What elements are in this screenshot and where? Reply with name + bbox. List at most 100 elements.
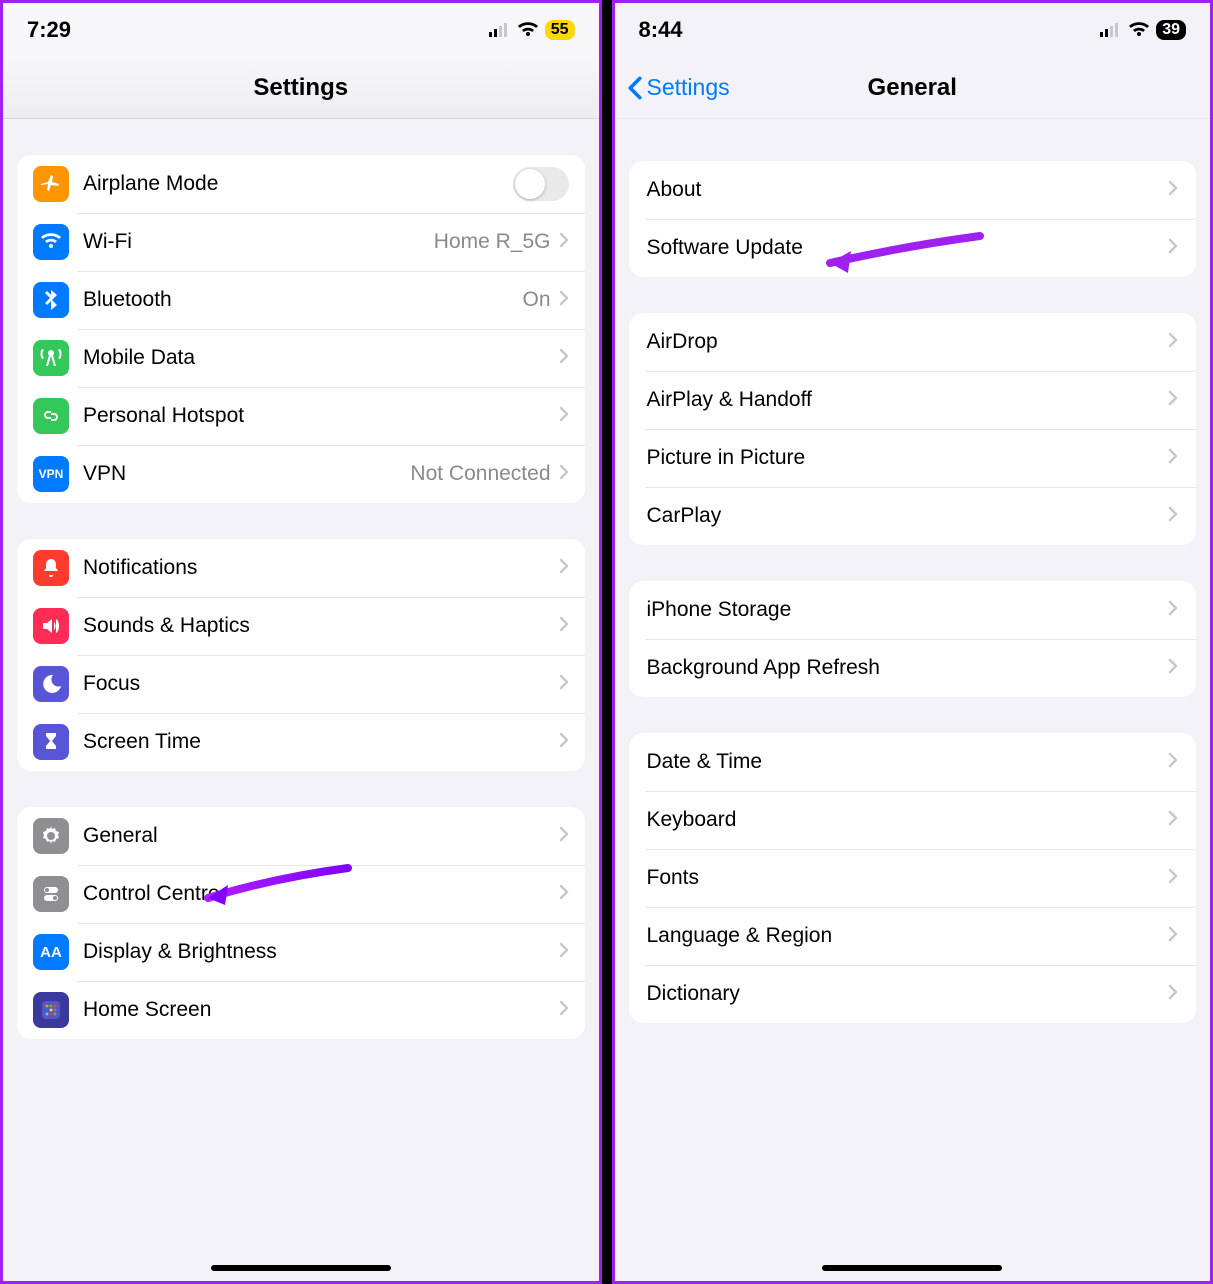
row-control[interactable]: Control Centre xyxy=(17,865,585,923)
row-focus[interactable]: Focus xyxy=(17,655,585,713)
page-title: Settings xyxy=(3,74,599,102)
row-display[interactable]: AADisplay & Brightness xyxy=(17,923,585,981)
row-airdrop[interactable]: AirDrop xyxy=(629,313,1197,371)
row-pip[interactable]: Picture in Picture xyxy=(629,429,1197,487)
wifi-status-icon xyxy=(1128,22,1150,38)
vpn-icon: VPN xyxy=(33,456,69,492)
row-wifi[interactable]: Wi-FiHome R_5G xyxy=(17,213,585,271)
gear-icon xyxy=(33,818,69,854)
chevron-right-icon xyxy=(1168,810,1178,831)
wifi-status-icon xyxy=(517,22,539,38)
row-software-update[interactable]: Software Update xyxy=(629,219,1197,277)
row-airplane[interactable]: Airplane Mode xyxy=(17,155,585,213)
chevron-right-icon xyxy=(559,348,569,369)
row-language[interactable]: Language & Region xyxy=(629,907,1197,965)
chevron-right-icon xyxy=(1168,752,1178,773)
airplane-icon xyxy=(33,166,69,202)
row-label: Wi-Fi xyxy=(83,230,434,254)
row-label: Mobile Data xyxy=(83,346,559,370)
grid-icon xyxy=(33,992,69,1028)
row-label: Screen Time xyxy=(83,730,559,754)
row-date[interactable]: Date & Time xyxy=(629,733,1197,791)
row-label: AirDrop xyxy=(647,330,1169,354)
row-label: Personal Hotspot xyxy=(83,404,559,428)
row-dictionary[interactable]: Dictionary xyxy=(629,965,1197,1023)
row-sounds[interactable]: Sounds & Haptics xyxy=(17,597,585,655)
row-label: Airplane Mode xyxy=(83,172,513,196)
row-label: iPhone Storage xyxy=(647,598,1169,622)
row-value: Not Connected xyxy=(410,462,550,486)
cellular-icon xyxy=(489,23,511,37)
home-indicator[interactable] xyxy=(822,1265,1002,1271)
bluetooth-icon xyxy=(33,282,69,318)
row-airplay[interactable]: AirPlay & Handoff xyxy=(629,371,1197,429)
settings-group: Notifications Sounds & Haptics Focus Screen… xyxy=(17,539,585,771)
row-label: About xyxy=(647,178,1169,202)
moon-icon xyxy=(33,666,69,702)
row-value: On xyxy=(522,288,550,312)
row-about[interactable]: About xyxy=(629,161,1197,219)
wifi-icon xyxy=(33,224,69,260)
general-group: Date & Time Keyboard FontsLanguage & Regio… xyxy=(629,733,1197,1023)
clock: 8:44 xyxy=(639,17,683,43)
chevron-right-icon xyxy=(559,1000,569,1021)
row-label: Picture in Picture xyxy=(647,446,1169,470)
chevron-right-icon xyxy=(559,942,569,963)
row-label: Software Update xyxy=(647,236,1169,260)
row-general[interactable]: General xyxy=(17,807,585,865)
chevron-right-icon xyxy=(1168,868,1178,889)
row-screentime[interactable]: Screen Time xyxy=(17,713,585,771)
row-notifications[interactable]: Notifications xyxy=(17,539,585,597)
battery-badge: 55 xyxy=(545,20,575,40)
row-hotspot[interactable]: Personal Hotspot xyxy=(17,387,585,445)
chevron-right-icon xyxy=(559,616,569,637)
status-bar: 8:44 39 xyxy=(615,3,1211,57)
row-vpn[interactable]: VPNVPNNot Connected xyxy=(17,445,585,503)
settings-list[interactable]: Airplane ModeWi-FiHome R_5GBluetoothOnMo… xyxy=(3,119,599,1215)
row-label: Focus xyxy=(83,672,559,696)
row-label: Bluetooth xyxy=(83,288,522,312)
row-label: Display & Brightness xyxy=(83,940,559,964)
chevron-right-icon xyxy=(559,884,569,905)
chevron-right-icon xyxy=(559,732,569,753)
row-keyboard[interactable]: Keyboard xyxy=(629,791,1197,849)
chevron-right-icon xyxy=(559,558,569,579)
general-group: About Software Update xyxy=(629,161,1197,277)
row-label: Notifications xyxy=(83,556,559,580)
chevron-right-icon xyxy=(1168,506,1178,527)
chevron-right-icon xyxy=(559,232,569,253)
row-label: AirPlay & Handoff xyxy=(647,388,1169,412)
general-group: iPhone Storage Background App Refresh xyxy=(629,581,1197,697)
row-home[interactable]: Home Screen xyxy=(17,981,585,1039)
settings-group: GeneralControl CentreAADisplay & Brightn… xyxy=(17,807,585,1039)
row-label: Date & Time xyxy=(647,750,1169,774)
settings-group: Airplane ModeWi-FiHome R_5GBluetoothOnMo… xyxy=(17,155,585,503)
chevron-right-icon xyxy=(559,464,569,485)
chevron-right-icon xyxy=(1168,926,1178,947)
chevron-right-icon xyxy=(1168,180,1178,201)
row-refresh[interactable]: Background App Refresh xyxy=(629,639,1197,697)
page-title: General xyxy=(615,74,1211,102)
home-indicator[interactable] xyxy=(211,1265,391,1271)
toggle-switch[interactable] xyxy=(513,167,569,201)
chevron-right-icon xyxy=(1168,238,1178,259)
row-carplay[interactable]: CarPlay xyxy=(629,487,1197,545)
status-bar: 7:29 55 xyxy=(3,3,599,57)
row-label: VPN xyxy=(83,462,410,486)
row-storage[interactable]: iPhone Storage xyxy=(629,581,1197,639)
row-label: Home Screen xyxy=(83,998,559,1022)
row-label: CarPlay xyxy=(647,504,1169,528)
row-label: Keyboard xyxy=(647,808,1169,832)
row-label: Dictionary xyxy=(647,982,1169,1006)
chevron-right-icon xyxy=(559,290,569,311)
general-screen: 8:44 39 Settings General AboutSoftware U… xyxy=(612,0,1213,1284)
row-bluetooth[interactable]: BluetoothOn xyxy=(17,271,585,329)
chevron-right-icon xyxy=(1168,332,1178,353)
bell-icon xyxy=(33,550,69,586)
general-group: AirDrop AirPlay & Handoff Picture in Pictu… xyxy=(629,313,1197,545)
row-mobile[interactable]: Mobile Data xyxy=(17,329,585,387)
general-list[interactable]: About Software Update AirDrop AirPlay & Han… xyxy=(615,119,1211,1199)
antenna-icon xyxy=(33,340,69,376)
chevron-right-icon xyxy=(559,406,569,427)
row-fonts[interactable]: Fonts xyxy=(629,849,1197,907)
